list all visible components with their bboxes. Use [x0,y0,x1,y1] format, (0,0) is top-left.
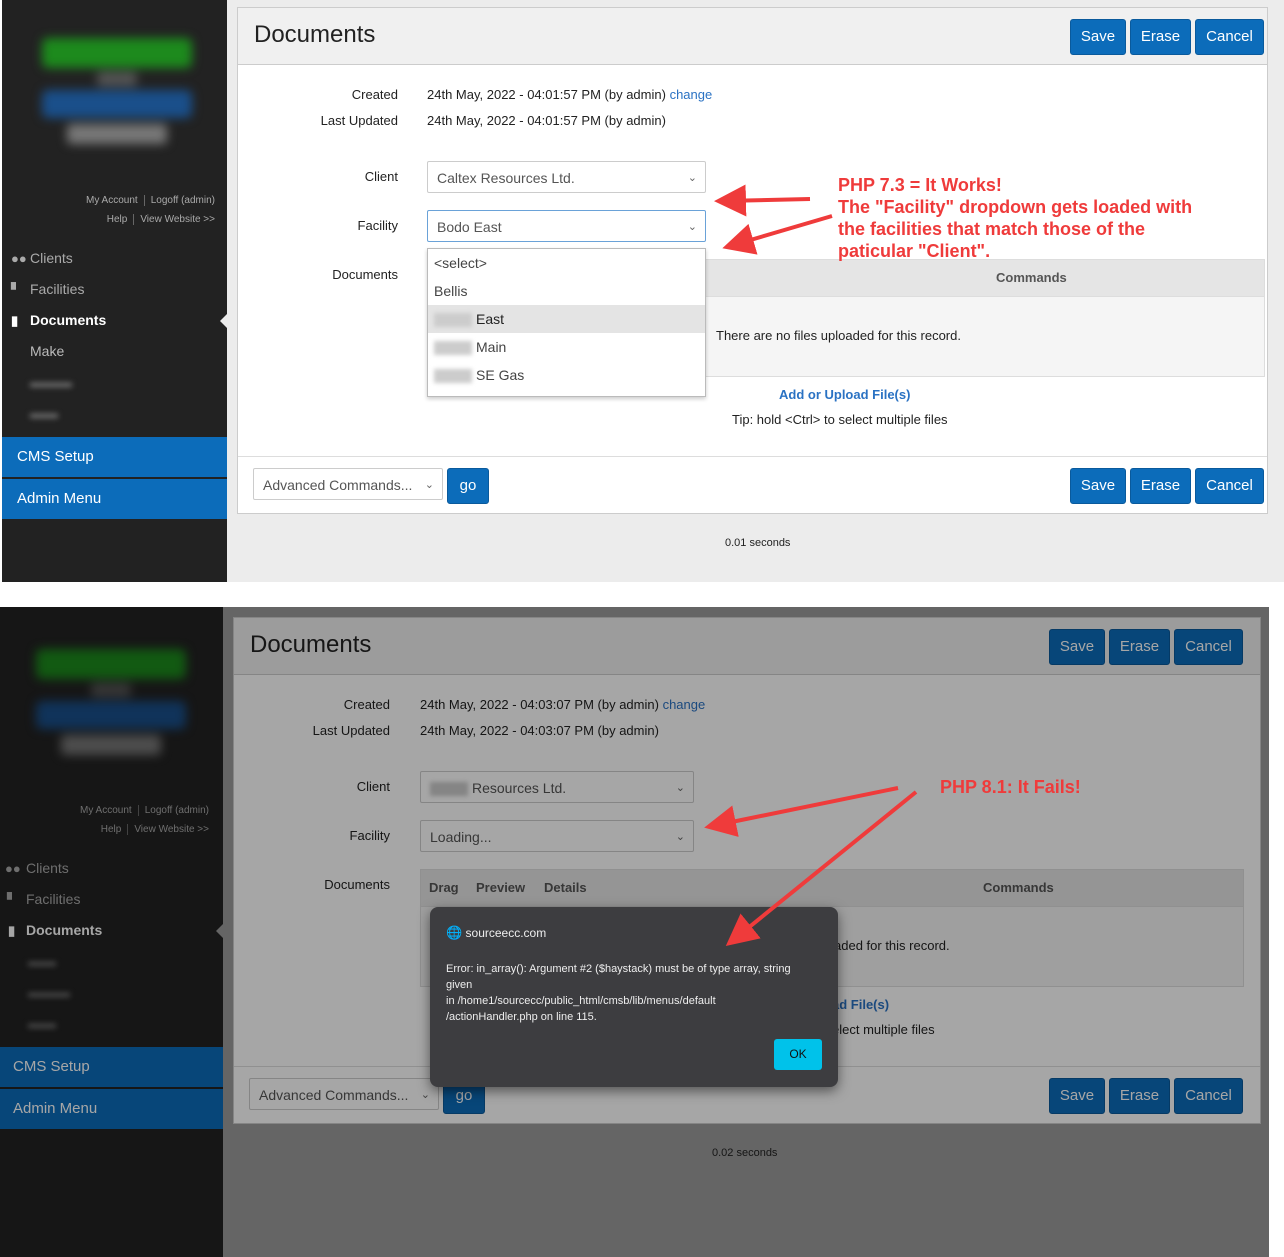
screenshot-php73: My Account Logoff (admin) Help View Websit… [0,0,1284,582]
annotation-arrows [704,786,918,947]
annotation-arrows [714,184,833,255]
screenshot-php81: My Account Logoff (admin) Help View Websit… [0,607,1284,1257]
